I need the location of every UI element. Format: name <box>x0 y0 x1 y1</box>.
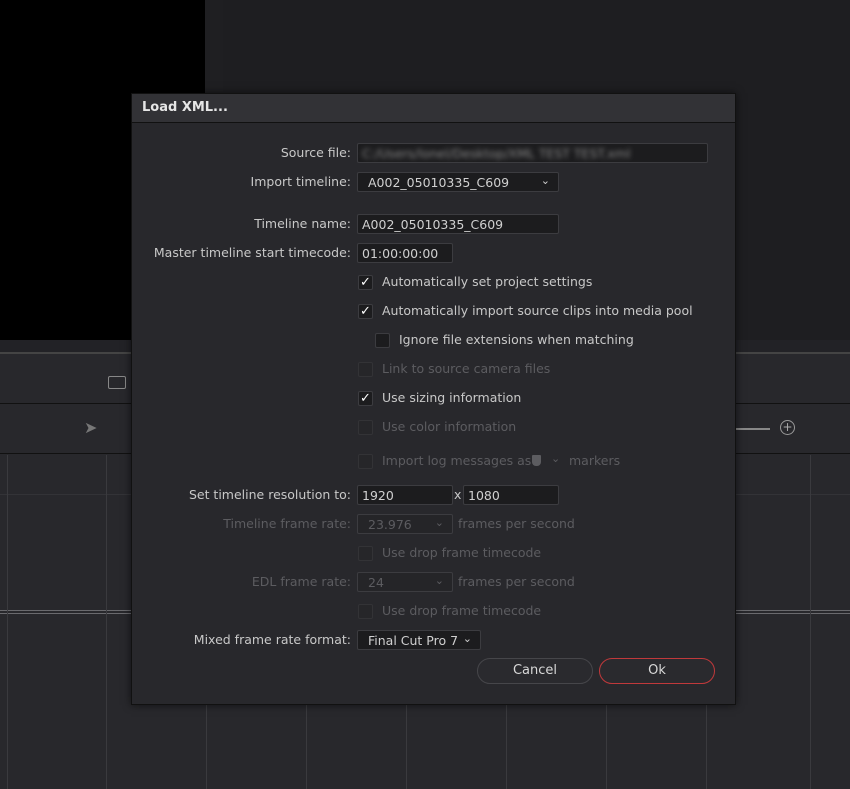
drop-frame-checkbox-1[interactable] <box>358 546 373 561</box>
edl-frame-rate-value: 24 <box>368 575 384 590</box>
timeline-name-input[interactable]: A002_05010335_C609 <box>357 214 559 234</box>
source-file-label: Source file: <box>280 145 351 160</box>
fit-icon[interactable] <box>108 376 126 389</box>
chevron-down-icon: ⌄ <box>540 174 550 187</box>
resolution-x: x <box>454 487 462 502</box>
ignore-extensions-checkbox[interactable] <box>375 333 390 348</box>
grid-line <box>106 455 107 789</box>
zoom-in-icon[interactable]: + <box>780 420 795 435</box>
use-sizing-label: Use sizing information <box>382 390 522 405</box>
drop-frame-checkbox-2[interactable] <box>358 604 373 619</box>
grid-line <box>810 455 811 789</box>
link-camera-files-label: Link to source camera files <box>382 361 551 376</box>
import-timeline-label: Import timeline: <box>250 174 351 189</box>
edl-fps-unit: frames per second <box>458 574 575 589</box>
mixed-format-label: Mixed frame rate format: <box>193 632 351 647</box>
grid-line <box>7 455 8 789</box>
edl-frame-rate-label: EDL frame rate: <box>251 574 351 589</box>
load-xml-dialog: Load XML... Source file: C:/Users/lonel/… <box>131 93 736 705</box>
import-timeline-select[interactable]: A002_05010335_C609 ⌄ <box>357 172 559 192</box>
mixed-format-value: Final Cut Pro 7 <box>368 633 459 648</box>
ok-button[interactable]: Ok <box>599 658 715 684</box>
markers-label: markers <box>569 453 621 468</box>
drop-frame-label-2: Use drop frame timecode <box>382 603 542 618</box>
timeline-frame-rate-label: Timeline frame rate: <box>223 516 351 531</box>
timeline-frame-rate-value: 23.976 <box>368 517 412 532</box>
auto-project-settings-checkbox[interactable]: ✓ <box>358 275 373 290</box>
chevron-down-icon[interactable]: ⌄ <box>551 452 560 465</box>
start-timecode-input[interactable]: 01:00:00:00 <box>357 243 453 263</box>
edl-frame-rate-select[interactable]: 24 ⌄ <box>357 572 453 592</box>
pointer-tool-icon[interactable]: ➤ <box>84 418 97 437</box>
resolution-width-input[interactable]: 1920 <box>357 485 453 505</box>
resolution-height-input[interactable]: 1080 <box>463 485 559 505</box>
chevron-down-icon: ⌄ <box>434 574 444 587</box>
marker-color-icon[interactable] <box>532 455 541 466</box>
use-color-label: Use color information <box>382 419 517 434</box>
cancel-button[interactable]: Cancel <box>477 658 593 684</box>
resolution-label: Set timeline resolution to: <box>188 487 351 502</box>
zoom-slider[interactable] <box>735 428 770 430</box>
ignore-extensions-label: Ignore file extensions when matching <box>399 332 634 347</box>
drop-frame-label-1: Use drop frame timecode <box>382 545 542 560</box>
chevron-down-icon: ⌄ <box>434 516 444 529</box>
start-timecode-label: Master timeline start timecode: <box>153 245 351 260</box>
dialog-title: Load XML... <box>132 94 735 123</box>
import-timeline-value: A002_05010335_C609 <box>368 175 510 190</box>
use-color-checkbox[interactable] <box>358 420 373 435</box>
auto-project-settings-label: Automatically set project settings <box>382 274 593 289</box>
chevron-down-icon: ⌄ <box>462 632 472 645</box>
link-camera-files-checkbox[interactable] <box>358 362 373 377</box>
auto-import-clips-label: Automatically import source clips into m… <box>382 303 693 318</box>
timeline-name-label: Timeline name: <box>254 216 351 231</box>
timeline-frame-rate-select[interactable]: 23.976 ⌄ <box>357 514 453 534</box>
auto-import-clips-checkbox[interactable]: ✓ <box>358 304 373 319</box>
source-file-field[interactable]: C:/Users/lonel/Desktop/XML TEST TEST.xml <box>357 143 708 163</box>
source-file-path: C:/Users/lonel/Desktop/XML TEST TEST.xml <box>362 146 631 161</box>
import-log-label: Import log messages as <box>382 453 532 468</box>
timeline-fps-unit: frames per second <box>458 516 575 531</box>
mixed-format-select[interactable]: Final Cut Pro 7 ⌄ <box>357 630 481 650</box>
import-log-checkbox[interactable] <box>358 454 373 469</box>
use-sizing-checkbox[interactable]: ✓ <box>358 391 373 406</box>
